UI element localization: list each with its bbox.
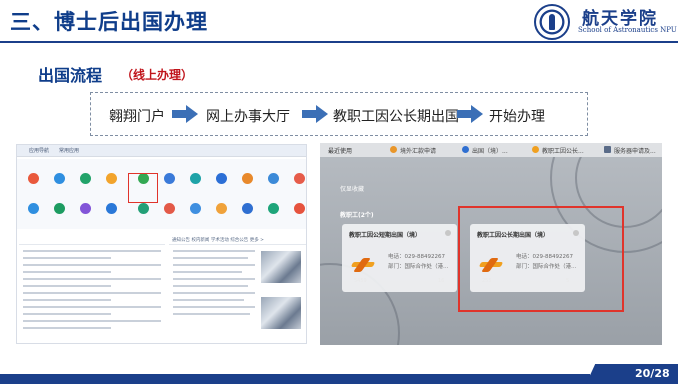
app-icon[interactable] <box>73 173 97 184</box>
portal-tab-common[interactable]: 常用应用 <box>59 147 79 154</box>
list-item[interactable] <box>173 306 256 308</box>
more-link[interactable]: 更多 > <box>250 238 264 243</box>
highlight-box <box>128 173 158 203</box>
list-item[interactable] <box>23 292 161 294</box>
card-likes: 16 <box>438 278 445 284</box>
list-item[interactable] <box>23 285 111 287</box>
app-icon[interactable] <box>235 203 259 214</box>
panel-tab[interactable]: 校内新闻 <box>191 238 209 243</box>
recent-item[interactable]: 出国（境）... <box>472 146 508 155</box>
list-item[interactable] <box>173 271 242 273</box>
app-icon[interactable] <box>73 203 97 214</box>
card-phone: 电话：029-88492267 <box>388 254 445 260</box>
page-number: 20/28 <box>635 367 670 380</box>
app-icon[interactable] <box>183 203 207 214</box>
list-item[interactable] <box>23 271 111 273</box>
app-icon[interactable] <box>261 173 285 184</box>
app-icon[interactable] <box>157 173 181 184</box>
school-subtitle: School of Astronautics NPU <box>578 26 677 34</box>
app-icon[interactable] <box>99 173 123 184</box>
portal-screenshot: 应用导航 常用应用 通知公告 校内新闻 学术活动 综合公告 更多 > <box>16 144 307 344</box>
plane-icon <box>352 258 374 272</box>
flow-arrow-icon <box>457 105 483 123</box>
app-icon[interactable] <box>47 203 71 214</box>
footer-bar <box>0 374 590 384</box>
panel-tabs: 通知公告 校内新闻 学术活动 综合公告 更多 > <box>169 235 306 245</box>
app-icon[interactable] <box>183 173 207 184</box>
app-icon[interactable] <box>235 173 259 184</box>
flow-step-long-term-abroad: 教职工因公长期出国 <box>333 109 459 125</box>
list-item[interactable] <box>173 299 245 301</box>
panel-tab[interactable]: 综合公告 <box>230 238 248 243</box>
slide-title: 三、博士后出国办理 <box>10 10 208 34</box>
list-item[interactable] <box>23 264 161 266</box>
section-title: 出国流程 <box>38 66 103 85</box>
panel-tab[interactable]: 学术活动 <box>211 238 229 243</box>
list-item[interactable] <box>173 278 256 280</box>
favorites-only-toggle[interactable]: 仅显收藏 <box>340 184 364 193</box>
card-title: 教职工因公短期出国（境） <box>349 232 422 239</box>
app-icon[interactable] <box>261 203 285 214</box>
favorite-icon[interactable] <box>445 230 451 236</box>
list-item[interactable] <box>173 313 250 315</box>
news-thumbnail[interactable] <box>261 297 301 329</box>
list-item[interactable] <box>173 264 256 266</box>
app-icon[interactable] <box>157 203 181 214</box>
app-icon[interactable] <box>21 173 45 186</box>
school-logo-icon <box>534 4 570 40</box>
highlight-box <box>458 206 624 312</box>
panel-tab[interactable]: 通知公告 <box>172 238 190 243</box>
portal-topbar: 应用导航 常用应用 <box>17 145 306 157</box>
server-icon <box>604 146 611 153</box>
list-item[interactable] <box>173 292 256 294</box>
app-icon[interactable] <box>287 203 306 214</box>
flow-step-start: 开始办理 <box>489 109 545 125</box>
app-icon[interactable] <box>209 203 233 214</box>
list-item[interactable] <box>173 285 249 287</box>
portal-news-panel <box>19 235 165 343</box>
list-item[interactable] <box>23 306 161 308</box>
app-icon[interactable] <box>287 173 306 184</box>
portal-notice-panel: 通知公告 校内新闻 学术活动 综合公告 更多 > <box>169 235 306 343</box>
abroad-icon <box>462 146 469 153</box>
portal-app-grid <box>17 159 306 229</box>
section-subtitle: （线上办理） <box>121 68 194 82</box>
flow-step-portal: 翱翔门户 <box>109 109 165 125</box>
flow-step-hall: 网上办事大厅 <box>206 109 290 125</box>
app-icon[interactable] <box>47 173 71 184</box>
recent-item[interactable]: 教职工因公长... <box>542 146 584 155</box>
list-item[interactable] <box>23 320 161 322</box>
remit-icon <box>390 146 397 153</box>
list-item[interactable] <box>23 257 111 259</box>
list-item[interactable] <box>173 250 256 252</box>
app-icon[interactable] <box>131 203 155 214</box>
header-divider <box>0 41 678 43</box>
recent-item[interactable]: 服务器申请及... <box>614 146 656 155</box>
list-item[interactable] <box>23 250 161 252</box>
recent-label: 最近使用 <box>328 148 353 155</box>
staff-group-label: 教职工(2个) <box>340 212 374 219</box>
recent-bar: 最近使用 境外汇款申请 出国（境）... 教职工因公长... 服务器申请及... <box>320 143 662 157</box>
list-item[interactable] <box>23 313 111 315</box>
list-item[interactable] <box>23 278 161 280</box>
list-item[interactable] <box>173 257 249 259</box>
app-icon[interactable] <box>209 173 233 184</box>
service-hall-screenshot: 最近使用 境外汇款申请 出国（境）... 教职工因公长... 服务器申请及...… <box>320 143 662 345</box>
flow-arrow-icon <box>302 105 328 123</box>
panel-header <box>19 235 165 245</box>
app-icon[interactable] <box>99 203 123 214</box>
news-thumbnail[interactable] <box>261 251 301 283</box>
plane-icon <box>532 146 539 153</box>
list-item[interactable] <box>23 299 111 301</box>
portal-tab-nav[interactable]: 应用导航 <box>29 147 49 154</box>
list-item[interactable] <box>23 327 111 329</box>
card-views: 5459 <box>354 278 367 284</box>
card-dept: 部门：国际合作处（港… <box>388 264 449 270</box>
app-icon[interactable] <box>21 203 45 214</box>
recent-item[interactable]: 境外汇款申请 <box>400 146 436 155</box>
flow-arrow-icon <box>172 105 198 123</box>
